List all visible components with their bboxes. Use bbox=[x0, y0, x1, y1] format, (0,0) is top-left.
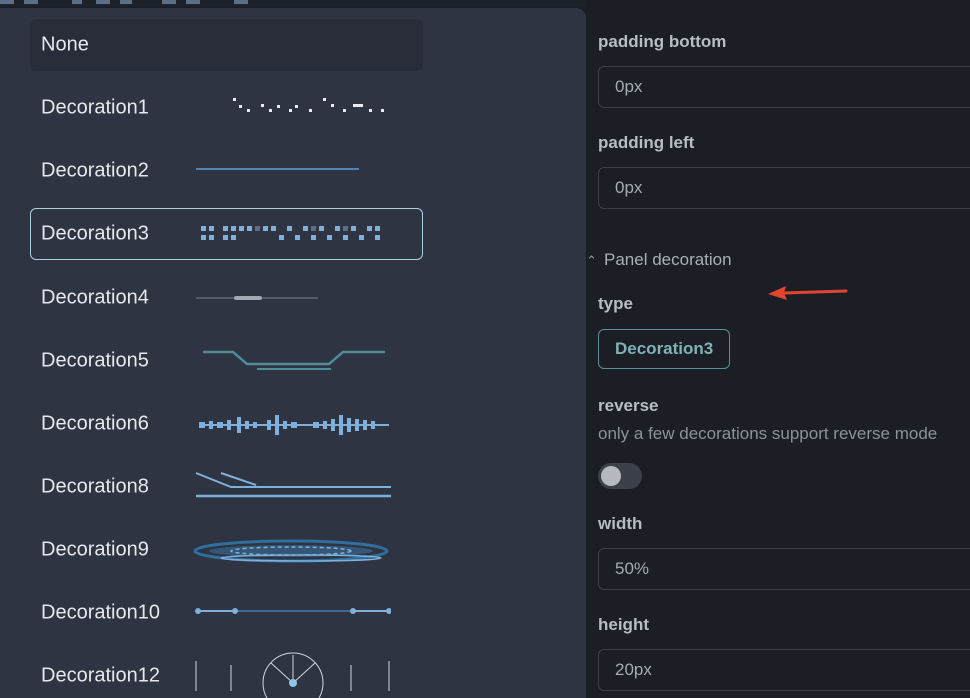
chevron-up-icon: ⌃ bbox=[586, 253, 597, 268]
option-decoration2[interactable]: Decoration2 bbox=[30, 145, 423, 197]
decoration6-preview bbox=[199, 415, 389, 435]
width-input[interactable]: 50% bbox=[598, 548, 970, 590]
height-input[interactable]: 20px bbox=[598, 649, 970, 691]
settings-panel: padding bottom 0px padding left 0px ⌃ Pan… bbox=[586, 0, 970, 691]
decoration10-preview bbox=[195, 608, 391, 614]
option-decoration5[interactable]: Decoration5 bbox=[30, 335, 423, 387]
decoration-dropdown[interactable]: None Decoration1 Decoration2 Decoration3 bbox=[0, 8, 586, 698]
type-select-button[interactable]: Decoration3 bbox=[598, 329, 731, 369]
height-label: height bbox=[598, 615, 649, 634]
reverse-toggle[interactable] bbox=[598, 463, 642, 489]
option-none[interactable]: None bbox=[30, 19, 423, 71]
option-decoration6[interactable]: Decoration6 bbox=[30, 398, 423, 450]
option-label: Decoration8 bbox=[41, 475, 149, 498]
section-title: Panel decoration bbox=[604, 250, 732, 269]
padding-left-input[interactable]: 0px bbox=[598, 167, 970, 209]
type-label: type bbox=[598, 294, 633, 313]
option-label: None bbox=[41, 33, 89, 56]
option-decoration10[interactable]: Decoration10 bbox=[30, 587, 423, 639]
option-label: Decoration10 bbox=[41, 601, 160, 624]
panel-decoration-section[interactable]: ⌃ Panel decoration bbox=[586, 250, 732, 270]
decoration9-preview bbox=[193, 539, 389, 563]
option-label: Decoration2 bbox=[41, 159, 149, 182]
option-label: Decoration1 bbox=[41, 96, 149, 119]
top-strip bbox=[0, 0, 585, 7]
option-label: Decoration6 bbox=[41, 412, 149, 435]
option-label: Decoration3 bbox=[41, 222, 149, 245]
width-label: width bbox=[598, 514, 643, 533]
option-decoration4[interactable]: Decoration4 bbox=[30, 272, 423, 324]
option-decoration1[interactable]: Decoration1 bbox=[30, 82, 423, 134]
toggle-knob bbox=[601, 466, 621, 486]
decoration8-preview bbox=[195, 472, 391, 498]
option-label: Decoration5 bbox=[41, 349, 149, 372]
annotation-arrow-icon bbox=[768, 286, 848, 300]
reverse-hint: only a few decorations support reverse m… bbox=[598, 424, 938, 443]
option-decoration9[interactable]: Decoration9 bbox=[30, 524, 423, 576]
option-label: Decoration9 bbox=[41, 538, 149, 561]
option-label: Decoration4 bbox=[41, 286, 149, 309]
reverse-label: reverse bbox=[598, 396, 659, 415]
option-label: Decoration12 bbox=[41, 664, 160, 687]
option-decoration8[interactable]: Decoration8 bbox=[30, 461, 423, 513]
padding-bottom-label: padding bottom bbox=[598, 32, 727, 51]
decoration1-preview bbox=[233, 98, 384, 112]
decoration2-preview bbox=[196, 168, 359, 170]
option-decoration3[interactable]: Decoration3 bbox=[30, 208, 423, 260]
option-decoration12[interactable]: Decoration12 bbox=[30, 650, 423, 698]
decoration3-preview bbox=[201, 226, 380, 240]
decoration4-preview bbox=[196, 296, 318, 300]
padding-bottom-input[interactable]: 0px bbox=[598, 66, 970, 108]
decoration5-preview bbox=[203, 350, 385, 370]
decoration12-preview bbox=[195, 652, 390, 698]
padding-left-label: padding left bbox=[598, 133, 695, 152]
